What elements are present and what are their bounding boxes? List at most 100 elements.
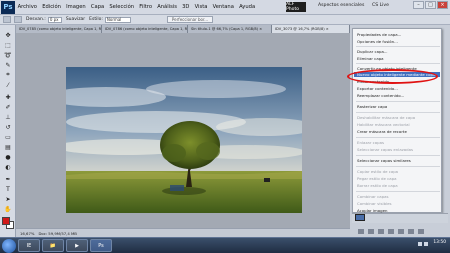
move-tool-icon[interactable]: ✥ <box>3 31 13 39</box>
layer-mask-icon[interactable] <box>378 229 384 234</box>
dodge-tool-icon[interactable]: ◐ <box>3 163 13 171</box>
taskbar-explorer-icon[interactable]: 📁 <box>42 239 64 252</box>
feather-input[interactable]: 0 px <box>47 16 62 23</box>
menu-separator <box>356 155 440 156</box>
close-button[interactable]: × <box>437 1 448 9</box>
ctx-combinar-capas: Combinar capas <box>357 194 389 199</box>
ctx-crear-mascara-recorte[interactable]: Crear máscara de recorte <box>357 129 407 134</box>
menu-seleccion[interactable]: Selección <box>107 4 137 10</box>
eraser-tool-icon[interactable]: ▭ <box>3 133 13 141</box>
clock[interactable]: 13:50 <box>433 240 446 245</box>
healing-brush-tool-icon[interactable]: ✚ <box>3 93 13 101</box>
menu-ventana[interactable]: Ventana <box>210 4 237 10</box>
options-bar: Desvan.: 0 px Suavizar Estilo: Normal Pe… <box>0 15 450 25</box>
system-tray <box>418 242 428 246</box>
layer-style-icon[interactable] <box>368 229 374 234</box>
blur-tool-icon[interactable]: ● <box>3 153 13 161</box>
ctx-reemplazar-contenido[interactable]: Reemplazar contenido... <box>357 93 404 98</box>
layer-thumbnail[interactable] <box>355 214 365 221</box>
menu-imagen[interactable]: Imagen <box>64 4 89 10</box>
menu-ayuda[interactable]: Ayuda <box>237 4 258 10</box>
tab-document-4[interactable]: IDV_3073 @ 16,7% (RGB/8) × <box>272 25 350 33</box>
new-layer-icon[interactable] <box>408 229 414 234</box>
history-brush-tool-icon[interactable]: ↺ <box>3 123 13 131</box>
link-layers-icon[interactable] <box>358 229 364 234</box>
foreground-color-swatch[interactable] <box>2 217 10 225</box>
antialias-checkbox[interactable]: Suavizar <box>66 17 85 22</box>
ctx-enlazar-capas: Enlazar capas <box>357 140 385 145</box>
layer-group-icon[interactable] <box>398 229 404 234</box>
clone-stamp-tool-icon[interactable]: ⊥ <box>3 113 13 121</box>
hand-tool-icon[interactable]: ✋ <box>3 205 13 213</box>
volume-icon[interactable] <box>424 242 428 246</box>
ctx-nuevo-objeto-inteligente-copia[interactable]: Nuevo objeto inteligente mediante copia <box>354 72 440 77</box>
brush-tool-icon[interactable]: ✐ <box>3 103 13 111</box>
ctx-propiedades-capa[interactable]: Propiedades de capa... <box>357 32 401 37</box>
workspace-switcher[interactable]: ALF Photo <box>286 2 306 12</box>
ctx-editar-contenido[interactable]: Editar contenido <box>357 79 389 84</box>
minimize-button[interactable]: – <box>413 1 424 9</box>
eyedropper-tool-icon[interactable]: ⁄ <box>3 81 13 89</box>
ctx-convertir-objeto-inteligente[interactable]: Convertir en objeto inteligente <box>357 66 417 71</box>
menu-3d[interactable]: 3D <box>180 4 192 10</box>
ctx-duplicar-capa[interactable]: Duplicar capa... <box>357 49 388 54</box>
ctx-deshabilitar-mascara: Deshabilitar máscara de capa <box>357 115 416 120</box>
adjustment-layer-icon[interactable] <box>388 229 394 234</box>
menu-edicion[interactable]: Edición <box>40 4 64 10</box>
delete-layer-icon[interactable] <box>418 229 424 234</box>
menu-capa[interactable]: Capa <box>88 4 106 10</box>
ctx-borrar-estilo: Borrar estilo de capa <box>357 183 398 188</box>
ctx-habilitar-mascara-vectorial: Habilitar máscara vectorial <box>357 122 410 127</box>
ctx-eliminar-capa[interactable]: Eliminar capa <box>357 56 384 61</box>
menu-separator <box>356 166 440 167</box>
window-controls: – □ × <box>413 1 448 9</box>
marquee-tool-icon[interactable]: ⬚ <box>3 41 13 49</box>
document-info[interactable]: Doc: 59,9M/57,4 MB <box>38 231 76 236</box>
layers-panel-footer <box>358 228 446 235</box>
windows-taskbar: IE 📁 ▶ Ps <box>0 237 450 253</box>
feather-label: Desvan.: <box>26 17 46 22</box>
maximize-button[interactable]: □ <box>425 1 436 9</box>
layer-context-menu: Propiedades de capa... Opciones de fusió… <box>352 28 442 213</box>
selection-mode-icon[interactable] <box>14 16 22 23</box>
gradient-tool-icon[interactable]: ▤ <box>3 143 13 151</box>
style-select[interactable]: Normal <box>104 16 131 23</box>
menu-analisis[interactable]: Análisis <box>155 4 180 10</box>
taskbar-photoshop-icon[interactable]: Ps <box>90 239 112 252</box>
tab-document-1[interactable]: IDV_0785 (como objeto inteligente, Capa … <box>16 25 102 33</box>
taskbar-ie-icon[interactable]: IE <box>18 239 40 252</box>
network-icon[interactable] <box>418 242 422 246</box>
tree-landscape-image <box>66 67 302 213</box>
ctx-rasterizar-capa[interactable]: Rasterizar capa <box>357 104 387 109</box>
path-select-tool-icon[interactable]: ➤ <box>3 195 13 203</box>
menu-archivo[interactable]: Archivo <box>15 4 40 10</box>
menu-filtro[interactable]: Filtro <box>137 4 155 10</box>
document-tabs: IDV_0785 (como objeto inteligente, Capa … <box>16 25 350 33</box>
cs-live-button[interactable]: CS Live <box>372 3 389 8</box>
taskbar-media-icon[interactable]: ▶ <box>66 239 88 252</box>
ctx-exportar-contenido[interactable]: Exportar contenido... <box>357 86 398 91</box>
ctx-opciones-fusion[interactable]: Opciones de fusión... <box>357 39 398 44</box>
ctx-seleccionar-capas-enlazadas: Seleccionar capas enlazadas <box>357 147 414 152</box>
menu-separator <box>356 63 440 64</box>
pen-tool-icon[interactable]: ✒ <box>3 175 13 183</box>
marquee-tool-icon[interactable] <box>3 16 11 23</box>
zoom-level[interactable]: 16,67% <box>20 231 34 236</box>
start-button[interactable] <box>2 238 16 253</box>
menu-separator <box>356 112 440 113</box>
tab-document-3[interactable]: Sin título-1 @ 66,7% (Capa 1, RGB/8) × <box>188 25 272 33</box>
photoshop-logo: Ps <box>1 0 15 14</box>
ctx-pegar-estilo: Pegar estilo de capa <box>357 176 397 181</box>
workspace-menu[interactable]: Aspectos esenciales <box>318 3 364 8</box>
layer-row[interactable] <box>352 213 448 223</box>
canvas-status-bar: 16,67% Doc: 59,9M/57,4 MB <box>16 228 350 237</box>
menu-vista[interactable]: Vista <box>192 4 210 10</box>
refine-edge-button[interactable]: Perfeccionar bor... <box>166 16 214 23</box>
crop-tool-icon[interactable]: ⌗ <box>3 71 13 79</box>
canvas-area[interactable] <box>16 33 350 228</box>
type-tool-icon[interactable]: T <box>3 185 13 193</box>
tab-document-2[interactable]: IDV_0786 (como objeto inteligente, Capa … <box>102 25 188 33</box>
lasso-tool-icon[interactable]: ➰ <box>3 51 13 59</box>
quick-select-tool-icon[interactable]: ✎ <box>3 61 13 69</box>
ctx-seleccionar-capas-similares[interactable]: Seleccionar capas similares <box>357 158 411 163</box>
